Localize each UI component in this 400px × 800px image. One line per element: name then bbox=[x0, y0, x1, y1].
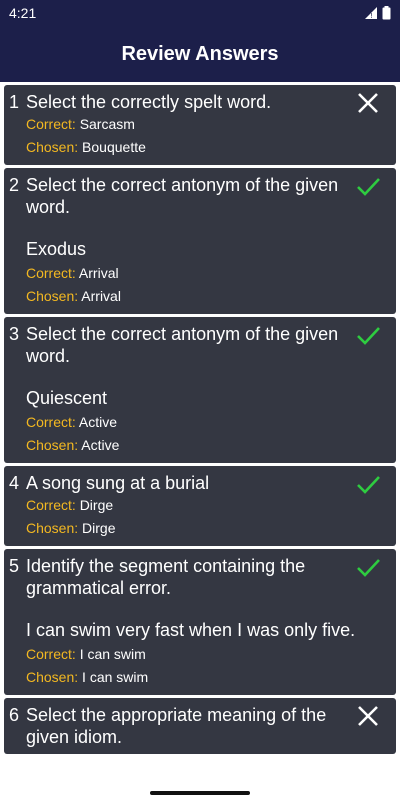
correct-answer-row: Correct: I can swim bbox=[26, 643, 356, 666]
question-number: 3 bbox=[9, 324, 20, 344]
question-text: Select the appropriate meaning of the gi… bbox=[26, 705, 327, 747]
answers-list[interactable]: 1 Select the correctly spelt word. Correct… bbox=[0, 85, 400, 754]
check-icon bbox=[357, 327, 380, 345]
chosen-label: Chosen: bbox=[26, 139, 79, 155]
question-number: 6 bbox=[9, 705, 20, 725]
question-card: 2 Select the correct antonym of the given… bbox=[4, 168, 396, 314]
chosen-answer-row: Chosen: Dirge bbox=[26, 517, 356, 540]
correct-label: Correct: bbox=[26, 646, 76, 662]
home-indicator[interactable] bbox=[150, 791, 250, 795]
chosen-label: Chosen: bbox=[26, 520, 79, 536]
correct-value: Sarcasm bbox=[79, 116, 135, 132]
svg-text:!: ! bbox=[370, 12, 373, 20]
signal-icon: ! bbox=[365, 7, 377, 20]
check-icon bbox=[357, 559, 380, 577]
chosen-label: Chosen: bbox=[26, 669, 79, 685]
page-title: Review Answers bbox=[121, 42, 279, 65]
question-content: Select the appropriate meaning of the gi… bbox=[26, 704, 386, 748]
check-icon bbox=[357, 178, 380, 196]
question-text: A song sung at a burial bbox=[26, 473, 210, 493]
home-indicator-bar bbox=[0, 784, 400, 800]
question-content: Select the correct antonym of the given … bbox=[26, 323, 386, 457]
chosen-answer-row: Chosen: Active bbox=[26, 434, 356, 457]
chosen-value: Dirge bbox=[82, 520, 116, 536]
question-content: Identify the segment containing the gram… bbox=[26, 555, 386, 689]
chosen-label: Chosen: bbox=[26, 288, 79, 304]
correct-answer-row: Correct: Active bbox=[26, 411, 356, 434]
close-icon bbox=[358, 706, 378, 726]
correct-value: Arrival bbox=[78, 265, 119, 281]
battery-icon bbox=[382, 6, 391, 20]
question-content: Select the correct antonym of the given … bbox=[26, 174, 386, 308]
question-text: Select the correct antonym of the given … bbox=[26, 175, 339, 217]
correct-answer-row: Correct: Arrival bbox=[26, 262, 356, 285]
question-text: Select the correctly spelt word. bbox=[26, 92, 272, 112]
status-bar: 4:21 ! bbox=[0, 0, 400, 26]
correct-label: Correct: bbox=[26, 497, 76, 513]
correct-label: Correct: bbox=[26, 116, 76, 132]
question-extra-text: Quiescent bbox=[26, 388, 108, 408]
chosen-label: Chosen: bbox=[26, 437, 79, 453]
chosen-value: I can swim bbox=[82, 669, 149, 685]
question-card: 4A song sung at a burial Correct: Dirge Ch… bbox=[4, 466, 396, 546]
correct-answer-row: Correct: Sarcasm bbox=[26, 113, 356, 136]
question-content: Select the correctly spelt word. Correct:… bbox=[26, 91, 386, 159]
correct-label: Correct: bbox=[26, 414, 76, 430]
question-text: Select the correct antonym of the given … bbox=[26, 324, 339, 366]
status-icons: ! bbox=[364, 6, 391, 20]
question-number: 2 bbox=[9, 175, 20, 195]
status-time: 4:21 bbox=[9, 5, 37, 21]
chosen-answer-row: Chosen: I can swim bbox=[26, 666, 356, 689]
close-icon bbox=[358, 93, 378, 113]
app-bar: Review Answers bbox=[0, 26, 400, 82]
correct-label: Correct: bbox=[26, 265, 76, 281]
chosen-value: Active bbox=[81, 437, 120, 453]
correct-value: I can swim bbox=[79, 646, 146, 662]
chosen-value: Arrival bbox=[81, 288, 121, 304]
correct-answer-row: Correct: Dirge bbox=[26, 494, 356, 517]
question-content: A song sung at a burial Correct: Dirge Cho… bbox=[26, 472, 386, 540]
question-extra-text: I can swim very fast when I was only fiv… bbox=[26, 620, 356, 640]
question-card: 6 Select the appropriate meaning of the g… bbox=[4, 698, 396, 754]
question-number: 5 bbox=[9, 556, 20, 576]
correct-value: Active bbox=[78, 414, 118, 430]
chosen-value: Bouquette bbox=[82, 139, 146, 155]
chosen-answer-row: Chosen: Bouquette bbox=[26, 136, 356, 159]
check-icon bbox=[357, 476, 380, 494]
question-card: 5 Identify the segment containing the gra… bbox=[4, 549, 396, 695]
question-extra-text: Exodus bbox=[26, 239, 87, 259]
question-text: Identify the segment containing the gram… bbox=[26, 556, 306, 598]
correct-value: Dirge bbox=[79, 497, 114, 513]
question-number: 4 bbox=[9, 473, 20, 493]
chosen-answer-row: Chosen: Arrival bbox=[26, 285, 356, 308]
question-card: 1 Select the correctly spelt word. Correct… bbox=[4, 85, 396, 165]
question-number: 1 bbox=[9, 92, 20, 112]
question-card: 3 Select the correct antonym of the given… bbox=[4, 317, 396, 463]
